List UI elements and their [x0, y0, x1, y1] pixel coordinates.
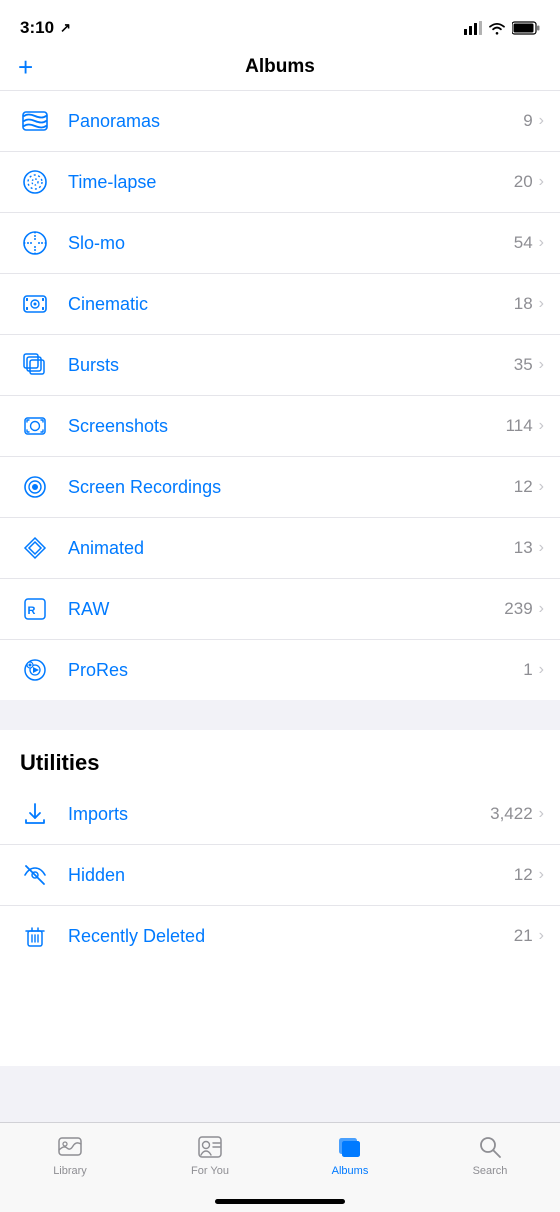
prores-label: ProRes [68, 660, 523, 681]
library-tab-label: Library [53, 1165, 87, 1177]
page-title: Albums [245, 56, 315, 78]
screenrecordings-icon [16, 468, 54, 506]
raw-icon: R [16, 590, 54, 628]
hidden-count: 12 [514, 865, 533, 885]
prores-icon [16, 651, 54, 689]
tab-albums[interactable]: Albums [280, 1133, 420, 1177]
panoramas-count: 9 [523, 111, 532, 131]
cinematic-count: 18 [514, 294, 533, 314]
list-item-raw[interactable]: R RAW 239 › [0, 579, 560, 640]
bursts-chevron: › [539, 356, 544, 374]
raw-count: 239 [504, 599, 532, 619]
animated-label: Animated [68, 538, 514, 559]
section-divider [0, 700, 560, 730]
screenrecordings-count: 12 [514, 477, 533, 497]
panorama-icon [16, 102, 54, 140]
wifi-icon [488, 21, 506, 35]
tab-bar-spacer [0, 966, 560, 1066]
imports-chevron: › [539, 805, 544, 823]
slomo-chevron: › [539, 234, 544, 252]
utilities-section-header: Utilities [0, 730, 560, 784]
timelapse-chevron: › [539, 173, 544, 191]
foryou-tab-icon [196, 1133, 224, 1161]
animated-icon [16, 529, 54, 567]
status-time: 3:10 ↗ [20, 18, 71, 38]
signal-icon [464, 21, 482, 35]
screenrecordings-label: Screen Recordings [68, 477, 514, 498]
list-item-imports[interactable]: Imports 3,422 › [0, 784, 560, 845]
list-item-timelapse[interactable]: Time-lapse 20 › [0, 152, 560, 213]
location-icon: ↗ [60, 20, 71, 36]
library-tab-icon [56, 1133, 84, 1161]
tab-foryou[interactable]: For You [140, 1133, 280, 1177]
screenshots-count: 114 [506, 416, 533, 436]
cinematic-icon [16, 285, 54, 323]
list-item-screenshots[interactable]: Screenshots 114 › [0, 396, 560, 457]
screenshots-label: Screenshots [68, 416, 506, 437]
screenshots-icon [16, 407, 54, 445]
list-item-cinematic[interactable]: Cinematic 18 › [0, 274, 560, 335]
main-content: Panoramas 9 › Time-lapse 20 › [0, 91, 560, 1066]
imports-label: Imports [68, 804, 490, 825]
search-tab-label: Search [473, 1165, 508, 1177]
list-item-hidden[interactable]: Hidden 12 › [0, 845, 560, 906]
timelapse-icon [16, 163, 54, 201]
status-icons [464, 21, 540, 35]
hidden-icon [16, 856, 54, 894]
list-item-slomo[interactable]: Slo-mo 54 › [0, 213, 560, 274]
albums-tab-icon [336, 1133, 364, 1161]
media-albums-section: Panoramas 9 › Time-lapse 20 › [0, 91, 560, 700]
list-item-recentlydeleted[interactable]: Recently Deleted 21 › [0, 906, 560, 966]
add-album-button[interactable]: + [18, 54, 33, 80]
albums-tab-label: Albums [332, 1165, 369, 1177]
tab-library[interactable]: Library [0, 1133, 140, 1177]
bursts-count: 35 [514, 355, 533, 375]
animated-count: 13 [514, 538, 533, 558]
slomo-label: Slo-mo [68, 233, 514, 254]
list-item-screenrecordings[interactable]: Screen Recordings 12 › [0, 457, 560, 518]
recentlydeleted-chevron: › [539, 927, 544, 945]
recentlydeleted-label: Recently Deleted [68, 926, 514, 947]
screenshots-chevron: › [539, 417, 544, 435]
bursts-icon [16, 346, 54, 384]
list-item-panoramas[interactable]: Panoramas 9 › [0, 91, 560, 152]
foryou-tab-label: For You [191, 1165, 229, 1177]
list-item-animated[interactable]: Animated 13 › [0, 518, 560, 579]
hidden-chevron: › [539, 866, 544, 884]
timelapse-count: 20 [514, 172, 533, 192]
list-item-prores[interactable]: ProRes 1 › [0, 640, 560, 700]
screenrecordings-chevron: › [539, 478, 544, 496]
imports-count: 3,422 [490, 804, 533, 824]
cinematic-chevron: › [539, 295, 544, 313]
prores-chevron: › [539, 661, 544, 679]
bursts-label: Bursts [68, 355, 514, 376]
tab-search[interactable]: Search [420, 1133, 560, 1177]
prores-count: 1 [523, 660, 532, 680]
imports-icon [16, 795, 54, 833]
raw-chevron: › [539, 600, 544, 618]
list-item-bursts[interactable]: Bursts 35 › [0, 335, 560, 396]
svg-text:R: R [28, 605, 36, 617]
status-bar: 3:10 ↗ [0, 0, 560, 50]
search-tab-icon [476, 1133, 504, 1161]
hidden-label: Hidden [68, 865, 514, 886]
utilities-section: Utilities Imports 3,422 › [0, 730, 560, 966]
recentlydeleted-count: 21 [514, 926, 533, 946]
raw-label: RAW [68, 599, 504, 620]
recentlydeleted-icon [16, 917, 54, 955]
timelapse-label: Time-lapse [68, 172, 514, 193]
slomo-icon [16, 224, 54, 262]
slomo-count: 54 [514, 233, 533, 253]
panoramas-label: Panoramas [68, 111, 523, 132]
animated-chevron: › [539, 539, 544, 557]
home-indicator [215, 1199, 345, 1204]
cinematic-label: Cinematic [68, 294, 514, 315]
battery-icon [512, 21, 540, 35]
nav-header: + Albums [0, 50, 560, 91]
panoramas-chevron: › [539, 112, 544, 130]
